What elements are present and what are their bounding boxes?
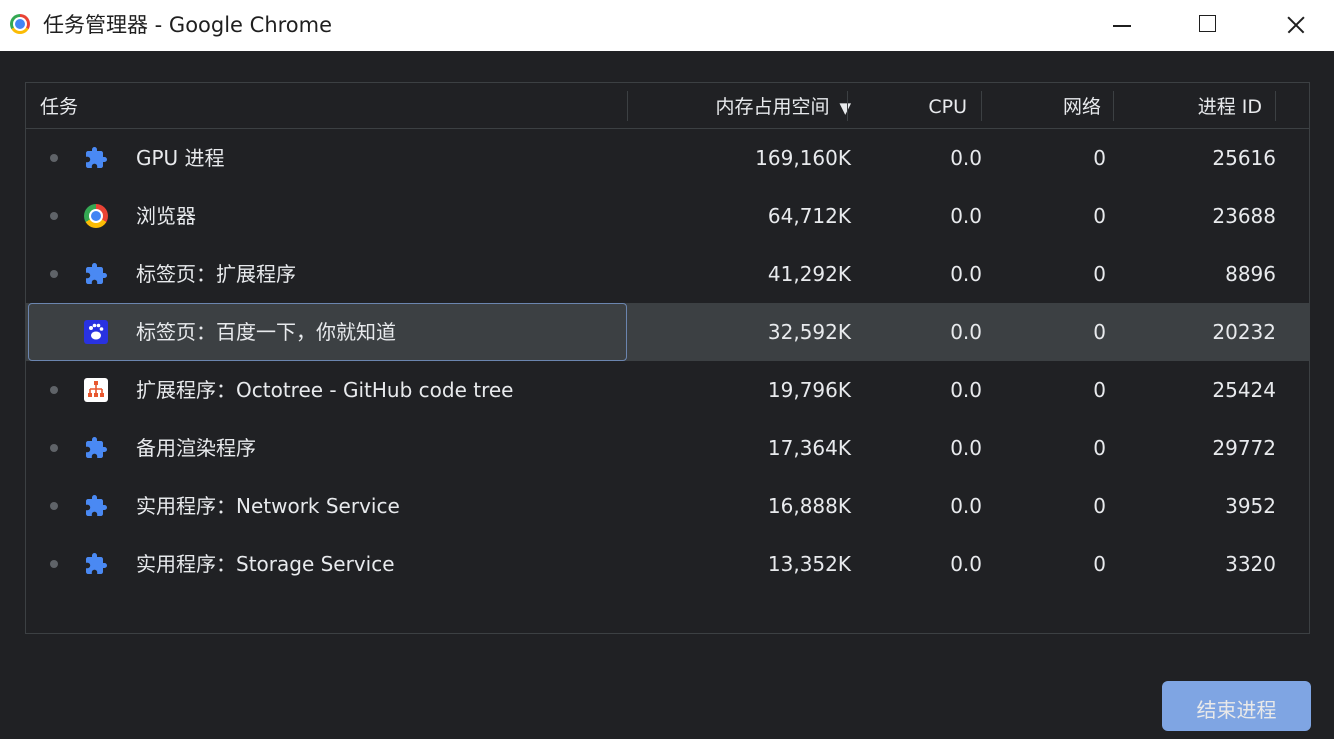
column-header-memory[interactable]: 内存占用空间 ▼ (715, 95, 851, 120)
status-dot-icon (50, 154, 58, 162)
puzzle-icon (84, 552, 108, 576)
network-value: 0 (1093, 146, 1106, 170)
status-dot-icon (50, 444, 58, 452)
table-row[interactable]: 扩展程序：Octotree - GitHub code tree 19,796K 0… (26, 361, 1309, 419)
network-value: 0 (1093, 262, 1106, 286)
table-header: 任务 内存占用空间 ▼ CPU 网络 进程 ID (26, 83, 1309, 129)
process-id: 25616 (1212, 146, 1276, 170)
column-header-cpu[interactable]: CPU (928, 95, 967, 119)
status-dot-icon (50, 502, 58, 510)
memory-value: 16,888K (767, 494, 851, 518)
process-id: 3952 (1225, 494, 1276, 518)
task-name: 浏览器 (136, 204, 196, 228)
close-button[interactable] (1266, 0, 1326, 50)
status-dot-icon (50, 270, 58, 278)
network-value: 0 (1093, 320, 1106, 344)
puzzle-icon (84, 146, 108, 170)
cpu-value: 0.0 (950, 262, 982, 286)
network-value: 0 (1093, 204, 1106, 228)
memory-header-label: 内存占用空间 (715, 96, 830, 118)
end-process-button[interactable]: 结束进程 (1162, 681, 1311, 731)
column-divider[interactable] (847, 91, 848, 121)
chrome-icon (10, 14, 30, 34)
network-value: 0 (1093, 552, 1106, 576)
table-row[interactable]: 浏览器 64,712K 0.0 0 23688 (26, 187, 1309, 245)
cpu-value: 0.0 (950, 378, 982, 402)
table-row[interactable]: 标签页：百度一下，你就知道 32,592K 0.0 0 20232 (26, 303, 1309, 361)
memory-value: 169,160K (755, 146, 851, 170)
column-divider[interactable] (627, 91, 628, 121)
maximize-button[interactable] (1178, 0, 1238, 50)
network-value: 0 (1093, 494, 1106, 518)
cpu-value: 0.0 (950, 494, 982, 518)
process-id: 3320 (1225, 552, 1276, 576)
sort-descending-icon: ▼ (839, 99, 851, 117)
column-header-network[interactable]: 网络 (1063, 95, 1101, 119)
baidu-icon (84, 320, 108, 344)
puzzle-icon (84, 494, 108, 518)
memory-value: 41,292K (767, 262, 851, 286)
memory-value: 17,364K (767, 436, 851, 460)
column-header-pid[interactable]: 进程 ID (1198, 95, 1262, 119)
table-row[interactable]: 标签页：扩展程序 41,292K 0.0 0 8896 (26, 245, 1309, 303)
process-id: 23688 (1212, 204, 1276, 228)
task-table: 任务 内存占用空间 ▼ CPU 网络 进程 ID GPU 进程 169,160K 0.… (25, 82, 1310, 634)
task-name: 扩展程序：Octotree - GitHub code tree (136, 378, 514, 402)
memory-value: 13,352K (767, 552, 851, 576)
status-dot-icon (50, 386, 58, 394)
process-id: 29772 (1212, 436, 1276, 460)
memory-value: 32,592K (767, 320, 851, 344)
cpu-value: 0.0 (950, 436, 982, 460)
process-id: 8896 (1225, 262, 1276, 286)
network-value: 0 (1093, 436, 1106, 460)
table-row[interactable]: 实用程序：Storage Service 13,352K 0.0 0 3320 (26, 535, 1309, 593)
memory-value: 64,712K (767, 204, 851, 228)
status-dot-icon (50, 560, 58, 568)
task-name: GPU 进程 (136, 146, 225, 170)
minimize-button[interactable] (1090, 0, 1150, 50)
column-divider[interactable] (1275, 91, 1276, 121)
table-row[interactable]: 实用程序：Network Service 16,888K 0.0 0 3952 (26, 477, 1309, 535)
puzzle-icon (84, 262, 108, 286)
process-id: 25424 (1212, 378, 1276, 402)
status-dot-icon (50, 212, 58, 220)
column-header-task[interactable]: 任务 (40, 95, 78, 119)
cpu-value: 0.0 (950, 204, 982, 228)
table-row[interactable]: 备用渲染程序 17,364K 0.0 0 29772 (26, 419, 1309, 477)
chrome-icon (84, 204, 108, 228)
task-name: 标签页：百度一下，你就知道 (136, 320, 396, 344)
network-value: 0 (1093, 378, 1106, 402)
task-name: 备用渲染程序 (136, 436, 256, 460)
cpu-value: 0.0 (950, 552, 982, 576)
memory-value: 19,796K (767, 378, 851, 402)
puzzle-icon (84, 436, 108, 460)
cpu-value: 0.0 (950, 146, 982, 170)
window-title: 任务管理器 - Google Chrome (43, 13, 333, 37)
column-divider[interactable] (981, 91, 982, 121)
title-bar: 任务管理器 - Google Chrome (0, 0, 1334, 51)
cpu-value: 0.0 (950, 320, 982, 344)
column-divider[interactable] (1113, 91, 1114, 121)
task-name: 实用程序：Network Service (136, 494, 400, 518)
task-name: 实用程序：Storage Service (136, 552, 395, 576)
octotree-icon (84, 378, 108, 402)
process-id: 20232 (1212, 320, 1276, 344)
task-name: 标签页：扩展程序 (136, 262, 296, 286)
table-row[interactable]: GPU 进程 169,160K 0.0 0 25616 (26, 129, 1309, 187)
